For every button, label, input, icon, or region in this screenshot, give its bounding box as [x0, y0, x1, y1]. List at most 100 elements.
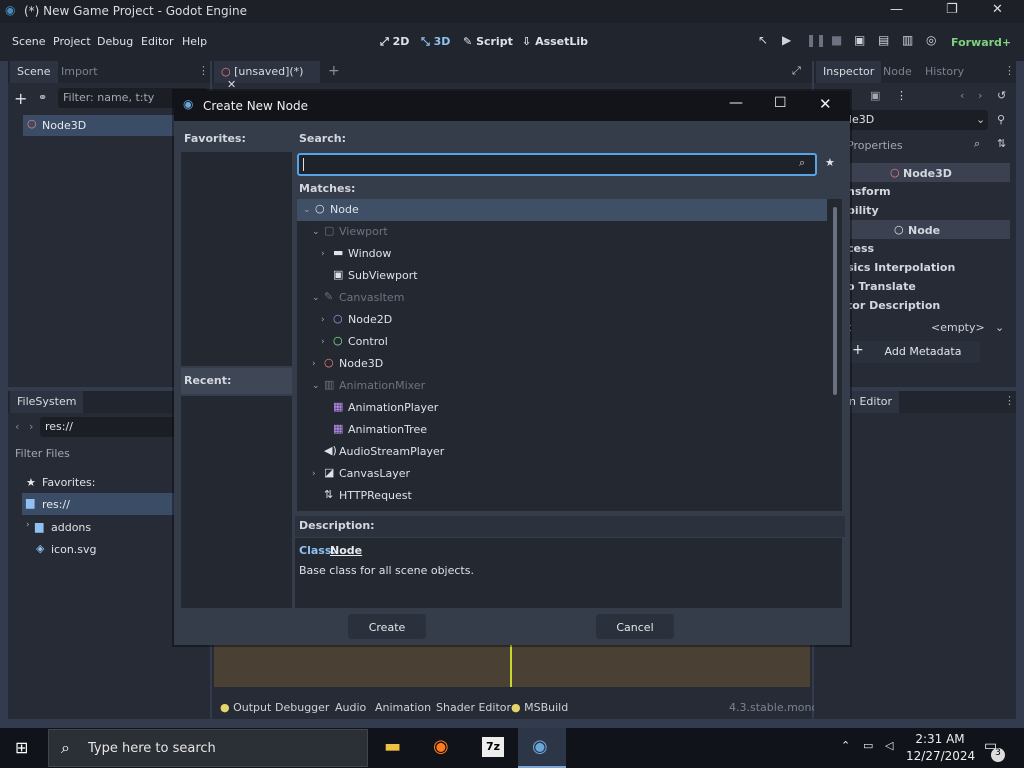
- fs-item-icon-svg[interactable]: icon.svg: [51, 543, 97, 556]
- favorite-star-icon[interactable]: ★: [825, 156, 835, 169]
- doc-search-icon[interactable]: ⚲: [997, 113, 1005, 126]
- bottom-tab-animation[interactable]: Animation: [375, 701, 431, 714]
- bottom-tab-output[interactable]: ● Output: [220, 701, 271, 714]
- fs-item-addons[interactable]: addons: [51, 521, 91, 534]
- cancel-button[interactable]: Cancel: [596, 614, 674, 639]
- tree-item-viewport[interactable]: ⌄ ▢ Viewport: [297, 221, 827, 243]
- expand-icon[interactable]: ›: [312, 359, 316, 369]
- tree-item-node[interactable]: ⌄ ○ Node: [297, 199, 827, 221]
- 7zip-icon[interactable]: 7z: [482, 737, 504, 757]
- search-input[interactable]: ⌕: [297, 153, 817, 176]
- expand-icon[interactable]: ›: [26, 520, 30, 530]
- firefox-icon[interactable]: ◉: [433, 736, 449, 757]
- favorites-list[interactable]: [181, 152, 292, 366]
- scrollbar[interactable]: [833, 207, 837, 395]
- tab-import[interactable]: Import: [54, 61, 105, 83]
- network-icon[interactable]: ▭: [863, 739, 873, 752]
- bottom-tab-audio[interactable]: Audio: [335, 701, 366, 714]
- tree-item-animationtree[interactable]: ▦ AnimationTree: [297, 419, 827, 441]
- menu-debug[interactable]: Debug: [97, 35, 133, 48]
- create-button[interactable]: Create: [348, 614, 426, 639]
- remote-icon[interactable]: ▣: [854, 33, 865, 47]
- tab-node[interactable]: Node: [876, 61, 919, 83]
- menu-help[interactable]: Help: [182, 35, 207, 48]
- section-editor-description[interactable]: tor Description: [847, 299, 940, 312]
- menu-project[interactable]: Project: [53, 35, 91, 48]
- menu-editor[interactable]: Editor: [141, 35, 174, 48]
- add-tab-icon[interactable]: +: [328, 63, 340, 79]
- mode-script-button[interactable]: ✎ Script: [463, 35, 513, 48]
- object-selector[interactable]: de3D ⌄: [842, 110, 988, 130]
- collapse-icon[interactable]: ⌄: [312, 381, 320, 391]
- pause-icon[interactable]: ❚❚: [806, 33, 826, 47]
- clock-date[interactable]: 12/27/2024: [906, 749, 975, 763]
- windows-start-icon[interactable]: ⊞: [15, 738, 28, 757]
- tab-history[interactable]: History: [918, 61, 971, 83]
- link-icon[interactable]: ⚭: [38, 91, 47, 104]
- add-node-icon[interactable]: +: [14, 89, 27, 108]
- filter-files-input[interactable]: Filter Files: [15, 447, 70, 460]
- tree-item-animationmixer[interactable]: ⌄ ▥ AnimationMixer: [297, 375, 827, 397]
- meta-value-dropdown[interactable]: <empty>: [931, 321, 985, 334]
- forward-icon[interactable]: ›: [29, 420, 33, 433]
- kebab-menu-icon[interactable]: ⋮: [1004, 64, 1015, 77]
- godot-taskbar-button[interactable]: ◉: [518, 728, 566, 768]
- play-icon[interactable]: ▶: [782, 33, 791, 47]
- tree-item-httprequest[interactable]: ⇅ HTTPRequest: [297, 485, 827, 507]
- collapse-icon[interactable]: ⌄: [312, 293, 320, 303]
- back-icon[interactable]: ‹: [15, 420, 19, 433]
- tree-item-subviewport[interactable]: ▣ SubViewport: [297, 265, 827, 287]
- back-icon[interactable]: ‹: [960, 89, 964, 102]
- mode-3d-button[interactable]: ⤡ 3D: [421, 35, 450, 49]
- bottom-tab-shader-editor[interactable]: Shader Editor: [436, 701, 511, 714]
- add-metadata-button[interactable]: + Add Metadata: [842, 341, 980, 363]
- file-explorer-icon[interactable]: ▬: [384, 736, 401, 757]
- expand-icon[interactable]: ›: [321, 249, 325, 259]
- tree-item-control[interactable]: › ○ Control: [297, 331, 827, 353]
- minimize-icon[interactable]: —: [890, 2, 903, 17]
- kebab-menu-icon[interactable]: ⋮: [1004, 394, 1015, 407]
- tree-item-canvasitem[interactable]: ⌄ ✎ CanvasItem: [297, 287, 827, 309]
- kebab-menu-icon[interactable]: ⋮: [896, 89, 907, 102]
- sort-icon[interactable]: ⇅: [997, 137, 1006, 150]
- maximize-icon[interactable]: ❐: [946, 2, 958, 17]
- renderer-dropdown[interactable]: Forward+: [951, 36, 1011, 49]
- distraction-free-icon[interactable]: ⤢: [792, 64, 801, 78]
- tab-unsaved-scene[interactable]: ○ [unsaved](*) ✕: [214, 61, 320, 91]
- kebab-menu-icon[interactable]: ⋮: [198, 64, 209, 77]
- save-icon[interactable]: ▣: [870, 89, 880, 102]
- tree-item-node2d[interactable]: › ○ Node2D: [297, 309, 827, 331]
- tab-inspector[interactable]: Inspector: [816, 61, 882, 83]
- tab-scene[interactable]: Scene: [10, 61, 58, 83]
- recent-list[interactable]: [181, 396, 292, 608]
- inspector-filter-input[interactable]: Properties: [847, 139, 903, 152]
- collapse-icon[interactable]: ⌄: [312, 227, 320, 237]
- bottom-tab-debugger[interactable]: Debugger: [275, 701, 329, 714]
- volume-muted-icon[interactable]: ◁: [885, 739, 893, 752]
- history-icon[interactable]: ↺: [997, 89, 1006, 102]
- collapse-icon[interactable]: ⌄: [303, 205, 311, 215]
- movie-maker-icon[interactable]: ◎: [926, 33, 936, 47]
- menu-scene[interactable]: Scene: [12, 35, 46, 48]
- class-link[interactable]: Node: [330, 544, 362, 557]
- play-scene-icon[interactable]: ▤: [878, 33, 889, 47]
- tree-item-audiostreamplayer[interactable]: ◀) AudioStreamPlayer: [297, 441, 827, 463]
- play-custom-icon[interactable]: ▥: [902, 33, 913, 47]
- 3d-viewport[interactable]: [214, 645, 810, 687]
- bottom-tab-msbuild[interactable]: ● MSBuild: [511, 701, 568, 714]
- section-header-node[interactable]: ○ Node: [842, 220, 1010, 239]
- close-icon[interactable]: ✕: [819, 95, 832, 113]
- remote-debug-icon[interactable]: ↖: [758, 33, 768, 47]
- section-header-node3d[interactable]: ○ Node3D: [842, 163, 1010, 182]
- section-transform[interactable]: nsform: [847, 185, 891, 198]
- tree-item-window[interactable]: › ▬ Window: [297, 243, 827, 265]
- expand-icon[interactable]: ›: [312, 469, 316, 479]
- taskbar-search-input[interactable]: ⌕ Type here to search: [48, 729, 368, 767]
- expand-icon[interactable]: ›: [321, 337, 325, 347]
- chevron-up-icon[interactable]: ⌃: [841, 739, 850, 752]
- tree-item-animationplayer[interactable]: ▦ AnimationPlayer: [297, 397, 827, 419]
- clock-time[interactable]: 2:31 AM: [910, 732, 970, 746]
- tree-item-node3d[interactable]: › ○ Node3D: [297, 353, 827, 375]
- forward-icon[interactable]: ›: [978, 89, 982, 102]
- mode-2d-button[interactable]: ⤢ 2D: [380, 35, 409, 49]
